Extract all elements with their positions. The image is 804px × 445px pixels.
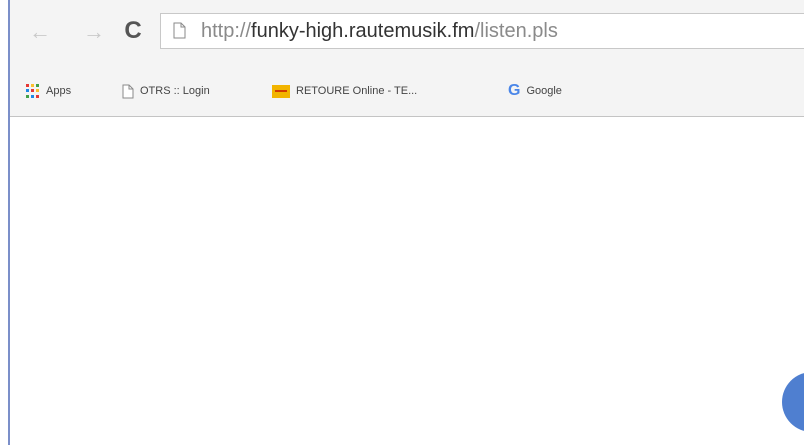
reload-icon: C	[124, 17, 142, 44]
address-bar[interactable]: http://funky-high.rautemusik.fm/listen.p…	[160, 13, 804, 49]
bookmark-otrs-login[interactable]: OTRS :: Login	[122, 82, 210, 100]
bookmark-label: RETOURE Online - TE...	[296, 85, 418, 98]
url-scheme: http://	[201, 20, 252, 42]
arrow-right-icon: →	[83, 19, 105, 44]
arrow-left-icon: ←	[29, 19, 51, 44]
bookmark-label: OTRS :: Login	[140, 85, 210, 98]
forward-button[interactable]: →	[82, 20, 106, 44]
bookmark-apps[interactable]: Apps	[26, 82, 71, 100]
back-button[interactable]: ←	[28, 20, 52, 44]
reload-button[interactable]: C	[120, 16, 146, 46]
bookmark-retoure-online[interactable]: RETOURE Online - TE...	[272, 82, 417, 100]
url-host: funky-high.rautemusik.fm	[251, 20, 475, 42]
url-path: /listen.pls	[474, 20, 558, 42]
retoure-icon	[272, 84, 290, 98]
bookmark-label: Apps	[46, 85, 72, 98]
url-text[interactable]: http://funky-high.rautemusik.fm/listen.p…	[201, 20, 558, 42]
browser-toolbar: ← → C http://funky-high.rautemusik.fm/li…	[10, 0, 804, 66]
page-icon	[173, 22, 186, 39]
browser-window: ← → C http://funky-high.rautemusik.fm/li…	[0, 0, 804, 445]
page-icon	[122, 84, 134, 99]
page-content	[10, 117, 804, 445]
bookmark-label: Google	[526, 85, 562, 98]
bookmark-google[interactable]: G Google	[508, 82, 562, 100]
apps-grid-icon	[26, 84, 40, 98]
google-icon: G	[508, 82, 521, 100]
bookmarks-bar: Apps OTRS :: Login RETOURE Online - TE..…	[10, 66, 804, 117]
